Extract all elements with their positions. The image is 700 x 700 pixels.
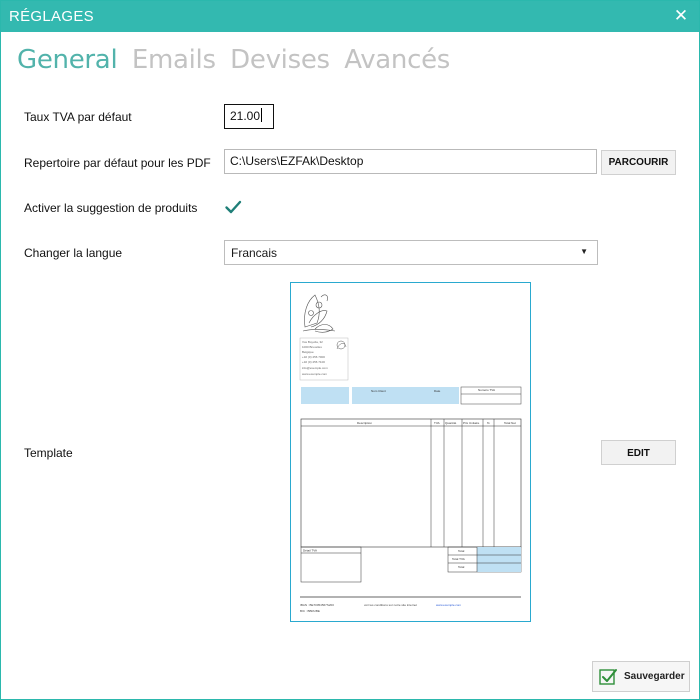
save-button-label: Sauvegarder (624, 671, 685, 682)
floral-logo-icon (302, 294, 336, 333)
vat-number-header: Numéro TVA (478, 388, 495, 392)
table-header-percent: % (487, 421, 490, 425)
client-number-header: Num Client (371, 389, 386, 393)
save-check-icon (599, 669, 617, 685)
suggestions-checkbox[interactable] (224, 198, 242, 216)
language-label: Changer la langue (24, 246, 123, 260)
table-header-quantity: Quantité (445, 421, 457, 425)
tab-general[interactable]: General (17, 45, 118, 75)
title-bar: RÉGLAGES ✕ (1, 1, 699, 32)
grand-total-label: Total (458, 565, 465, 569)
address-line: 1000 Bruxelles (302, 345, 322, 349)
settings-tabs: General Emails Devises Avancés (17, 45, 460, 75)
vat-detail-label: Détail TVA (303, 549, 317, 553)
total-label: Total (458, 549, 465, 553)
vat-label: Taux TVA par défaut (24, 110, 132, 124)
tab-devises[interactable]: Devises (230, 45, 330, 75)
checkmark-icon (225, 200, 242, 214)
table-header-description: Description (357, 421, 372, 425)
tab-avances[interactable]: Avancés (344, 45, 450, 75)
address-line: Vos Boyvda, 32 (302, 340, 323, 344)
pdf-directory-input[interactable]: C:\Users\EZFAk\Desktop (224, 149, 597, 174)
table-header-vat: TVA (434, 421, 440, 425)
small-logo-icon (336, 340, 347, 350)
vat-input-value: 21.00 (230, 109, 261, 123)
suggestions-label: Activer la suggestion de produits (24, 201, 198, 215)
address-line: www.exemple.com (302, 372, 328, 376)
footer-link: www.exemple.com (436, 603, 462, 607)
language-select[interactable]: Francais ▼ (224, 240, 598, 265)
tab-emails[interactable]: Emails (132, 45, 216, 75)
total-vat-label: Total TVA (452, 557, 465, 561)
text-caret (261, 108, 263, 122)
footer-conditions-text: voir les conditions sur notre site inter… (364, 603, 417, 607)
address-line: info@exemple.com (302, 366, 328, 370)
window-title: RÉGLAGES (9, 8, 94, 25)
settings-window: RÉGLAGES ✕ General Emails Devises Avancé… (0, 0, 700, 700)
iban-text: IBAN : BE70054567S200 (300, 603, 334, 607)
pdf-directory-value: C:\Users\EZFAk\Desktop (230, 154, 364, 168)
browse-button[interactable]: PARCOURIR (601, 150, 676, 175)
edit-template-button[interactable]: EDIT (601, 440, 676, 465)
pdf-directory-label: Repertoire par défaut pour les PDF (24, 156, 211, 170)
template-label: Template (24, 446, 73, 460)
close-icon[interactable]: ✕ (671, 6, 691, 26)
address-line: +32 (0) 456 7100 (302, 360, 325, 364)
address-line: +32 (0) 456 7000 (302, 355, 325, 359)
table-header-unit-price: Prix Unitaire (463, 421, 480, 425)
table-header-total-net: Total Net (504, 421, 516, 425)
invoice-template-drawing: Vos Boyvda, 32 1000 Bruxelles Belgique +… (299, 294, 522, 613)
date-header: Date (434, 389, 441, 393)
save-button[interactable]: Sauvegarder (592, 661, 690, 692)
chevron-down-icon: ▼ (580, 247, 588, 256)
address-line: Belgique (302, 350, 314, 354)
language-selected-value: Francais (231, 246, 278, 260)
template-preview[interactable]: Vos Boyvda, 32 1000 Bruxelles Belgique +… (290, 282, 531, 622)
vat-input[interactable]: 21.00 (224, 104, 274, 129)
bic-text: BIC : BBRUBE (300, 609, 320, 613)
